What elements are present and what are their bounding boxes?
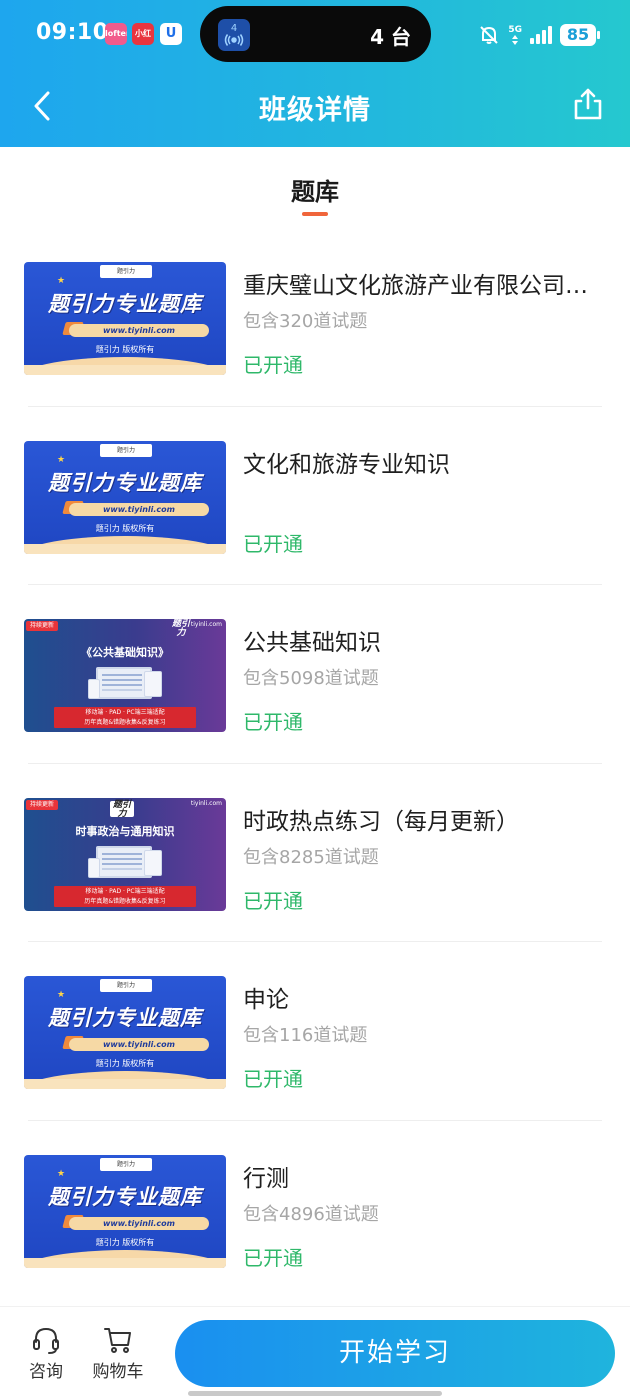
item-title: 重庆璧山文化旅游产业有限公司招聘 <box>243 273 593 299</box>
brand-logo: 题引力 <box>171 619 190 639</box>
item-question-count: 包含5098道试题 <box>243 668 379 690</box>
thumbnail-copyright: 题引力 版权所有 <box>95 523 155 533</box>
thumbnail-copyright: 题引力 版权所有 <box>95 345 155 354</box>
consult-label: 咨询 <box>29 1362 63 1382</box>
item-title: 行测 <box>243 1165 289 1192</box>
thumbnail-subtitle: 《公共基础知识》 <box>81 646 169 660</box>
thumbnail-title: 题引力专业题库 <box>48 292 202 316</box>
item-status: 已开通 <box>243 1245 303 1270</box>
page-title: 班级详情 <box>259 95 371 126</box>
thumbnail-title: 题引力专业题库 <box>48 1006 202 1031</box>
brand-logo: 题引力 <box>100 265 152 278</box>
battery-icon: 85 <box>560 24 600 46</box>
status-indicators: 5G 85 <box>478 22 600 48</box>
cart-button[interactable]: 购物车 <box>88 1325 148 1382</box>
promo-banner: 移动端 · PAD · PC端三端适配 历年真题&错题收集&反复练习 <box>54 885 196 907</box>
item-title: 公共基础知识 <box>243 630 381 657</box>
share-button[interactable] <box>568 84 608 124</box>
item-question-count: 包含4896道试题 <box>243 1203 379 1225</box>
item-status: 已开通 <box>243 888 303 913</box>
nav-bar: 班级详情 <box>0 70 630 147</box>
item-status: 已开通 <box>243 531 303 556</box>
promo-banner: 移动端 · PAD · PC端三端适配 历年真题&错题收集&反复练习 <box>54 707 196 729</box>
item-question-count: 包含320道试题 <box>243 311 368 332</box>
cart-icon <box>104 1328 131 1353</box>
consult-button[interactable]: 咨询 <box>16 1325 76 1382</box>
course-thumbnail: 题引力 ★ 题引力专业题库 www.tiyinli.com 题引力 版权所有 <box>24 440 226 554</box>
item-question-count: 包含8285道试题 <box>243 846 379 868</box>
thumbnail-title: 题引力专业题库 <box>48 470 202 495</box>
item-status: 已开通 <box>243 353 303 377</box>
list-item[interactable]: 持续更新 题引力 tiyinli.com 时事政治与通用知识 移动端 · PAD… <box>0 764 630 943</box>
bottom-action-bar: 咨询 购物车 开始学习 <box>0 1306 630 1400</box>
course-thumbnail: 题引力 ★ 题引力专业题库 www.tiyinli.com 题引力 版权所有 <box>24 262 226 375</box>
list-item[interactable]: 题引力 ★ 题引力专业题库 www.tiyinli.com 题引力 版权所有 行… <box>0 1121 630 1300</box>
island-device-count: 4 台 <box>370 25 411 49</box>
course-thumbnail: 题引力 ★ 题引力专业题库 www.tiyinli.com 题引力 版权所有 <box>24 976 226 1090</box>
xiaohongshu-app-icon: 小红书 <box>132 23 154 45</box>
question-bank-list: 题引力 ★ 题引力专业题库 www.tiyinli.com 题引力 版权所有 重… <box>0 228 630 1300</box>
star-icon: ★ <box>57 454 66 465</box>
thumbnail-copyright: 题引力 版权所有 <box>95 1237 155 1247</box>
thumbnail-url: www.tiyinli.com <box>69 324 209 337</box>
thumbnail-url: www.tiyinli.com <box>69 1038 209 1052</box>
headset-icon <box>33 1327 59 1354</box>
share-icon <box>574 88 602 120</box>
section-title[interactable]: 题库 <box>0 172 630 207</box>
brand-logo: 题引力 <box>110 800 134 818</box>
item-question-count: 包含116道试题 <box>243 1025 368 1047</box>
cart-label: 购物车 <box>92 1362 144 1382</box>
list-item[interactable]: 题引力 ★ 题引力专业题库 www.tiyinli.com 题引力 版权所有 重… <box>0 228 630 407</box>
list-item[interactable]: 持续更新 题引力 tiyinli.com 《公共基础知识》 移动端 · PAD … <box>0 585 630 764</box>
dynamic-island[interactable]: 4 4 台 <box>200 6 431 62</box>
star-icon: ★ <box>57 1168 66 1179</box>
thumbnail-url: www.tiyinli.com <box>69 502 209 516</box>
phone-illustration <box>88 857 100 878</box>
update-tag: 持续更新 <box>26 799 59 810</box>
mute-bell-icon <box>480 26 499 44</box>
course-thumbnail: 持续更新 题引力 tiyinli.com 《公共基础知识》 移动端 · PAD … <box>24 619 226 733</box>
chevron-left-icon <box>34 91 50 121</box>
course-thumbnail: 持续更新 题引力 tiyinli.com 时事政治与通用知识 移动端 · PAD… <box>24 797 226 911</box>
item-status: 已开通 <box>243 1067 303 1092</box>
signal-bars-icon <box>530 26 552 44</box>
lofter-app-icon: lofter <box>105 23 127 45</box>
network-indicator: 5G <box>508 25 522 45</box>
brand-logo: 题引力 <box>100 1157 152 1171</box>
thumbnail-url: www.tiyinli.com <box>69 1216 209 1230</box>
thumbnail-site: tiyinli.com <box>190 621 222 629</box>
status-bar: 09:10 lofter 小红书 U 4 4 台 5G <box>0 0 630 70</box>
thumbnail-copyright: 题引力 版权所有 <box>95 1059 155 1069</box>
app-header: 09:10 lofter 小红书 U 4 4 台 5G <box>0 0 630 147</box>
thumbnail-title: 题引力专业题库 <box>48 1184 202 1209</box>
phone-illustration <box>88 679 100 700</box>
star-icon: ★ <box>57 276 66 286</box>
u-app-icon: U <box>160 23 182 45</box>
back-button[interactable] <box>22 86 62 126</box>
section-active-underline <box>302 212 328 216</box>
brand-logo: 题引力 <box>100 979 152 993</box>
start-learning-button[interactable]: 开始学习 <box>175 1320 615 1387</box>
broadcast-icon: 4 <box>218 19 250 51</box>
star-icon: ★ <box>57 990 66 1001</box>
brand-logo: 题引力 <box>100 443 152 457</box>
thumbnail-subtitle: 时事政治与通用知识 <box>75 824 175 838</box>
home-indicator[interactable] <box>188 1391 442 1396</box>
update-tag: 持续更新 <box>26 621 59 632</box>
list-item[interactable]: 题引力 ★ 题引力专业题库 www.tiyinli.com 题引力 版权所有 文… <box>0 407 630 586</box>
course-thumbnail: 题引力 ★ 题引力专业题库 www.tiyinli.com 题引力 版权所有 <box>24 1154 226 1268</box>
item-title: 文化和旅游专业知识 <box>243 451 450 478</box>
tablet-illustration <box>144 671 162 698</box>
tablet-illustration <box>144 849 162 876</box>
item-title: 时政热点练习（每月更新） <box>243 808 519 835</box>
item-status: 已开通 <box>243 710 303 735</box>
list-item[interactable]: 题引力 ★ 题引力专业题库 www.tiyinli.com 题引力 版权所有 申… <box>0 942 630 1121</box>
status-time: 09:10 <box>36 20 109 45</box>
item-title: 申论 <box>243 987 289 1014</box>
thumbnail-site: tiyinli.com <box>190 799 222 807</box>
